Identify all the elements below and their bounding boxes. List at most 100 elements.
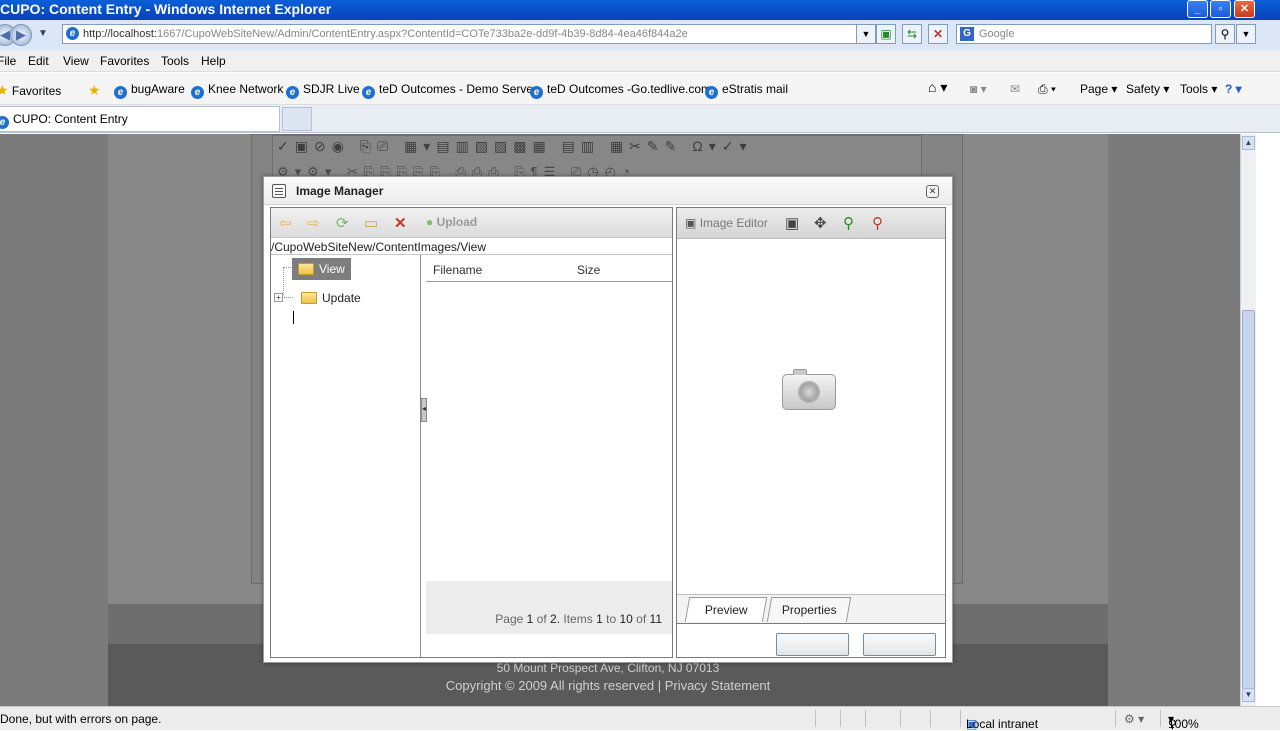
tab-content-entry[interactable]: e CUPO: Content Entry	[0, 106, 280, 132]
new-tab-button[interactable]	[282, 107, 312, 131]
home-icon[interactable]: ⌂ ▾	[928, 79, 947, 96]
scroll-down-icon[interactable]: ▼	[1242, 688, 1255, 702]
pager-pages: 2.	[550, 612, 561, 626]
menu-edit[interactable]: Edit	[28, 54, 49, 68]
address-field[interactable]: e http://localhost:1667/CupoWebSiteNew/A…	[62, 24, 874, 44]
status-text: Done, but with errors on page.	[0, 712, 162, 726]
safety-menu[interactable]: Safety ▾	[1126, 82, 1169, 96]
zoom-control[interactable]: ⚲ 100% ▾	[1168, 712, 1199, 731]
ie-page-icon: e	[114, 86, 127, 99]
menu-view[interactable]: View	[63, 54, 89, 68]
fav-link-label: teD Outcomes - Demo Server	[379, 82, 538, 96]
refresh-icon[interactable]: ⇆	[902, 24, 922, 44]
pager-prefix: Page	[495, 612, 524, 626]
ie-page-icon: e	[191, 86, 204, 99]
cancel-button[interactable]	[863, 633, 936, 656]
help-icon[interactable]: ? ▾	[1225, 82, 1242, 96]
tab-preview[interactable]: Preview	[684, 597, 768, 622]
safety-menu-label: Safety	[1126, 82, 1161, 96]
best-fit-icon[interactable]: ▣	[785, 214, 799, 232]
tab-preview-label: Preview	[704, 603, 748, 617]
browser-pane: ⇦ ⇨ ⟳ ▭ ✕ ● Upload /CupoWebSiteNew/Conte…	[270, 207, 673, 658]
favorites-button[interactable]: ★ Favorites	[0, 82, 61, 99]
fav-link-knee-network[interactable]: e Knee Network	[191, 82, 283, 99]
mail-icon[interactable]: ✉	[1010, 82, 1020, 96]
folder-tree: View + Update	[271, 255, 421, 657]
menu-file[interactable]: File	[0, 54, 16, 68]
status-separator	[1115, 710, 1116, 727]
minimize-button[interactable]: _	[1187, 0, 1208, 18]
tree-line	[284, 297, 293, 298]
preview-pane: ▣ Image Editor ▣ ✥ ⚲ ⚲ Preview Propertie…	[676, 207, 946, 658]
editor-toolbar: ✓▣⊘◉ ⎘⎚ ▦▾▤▥▧▨▩▦ ▤▥ ▦✂✎✎ Ω▾✓▾	[277, 138, 753, 154]
new-folder-icon[interactable]: ▭	[364, 214, 378, 232]
folder-icon	[301, 292, 317, 304]
status-separator	[960, 710, 961, 727]
fav-link-ted-demo[interactable]: e teD Outcomes - Demo Server	[362, 82, 537, 99]
protected-mode-icon[interactable]: ⚙ ▾	[1124, 712, 1144, 726]
pager-to: 10	[619, 612, 633, 626]
tab-properties[interactable]: Properties	[766, 597, 852, 622]
close-window-button[interactable]: ✕	[1234, 0, 1255, 18]
zoom-level: 100%	[1168, 717, 1199, 731]
expand-icon[interactable]: +	[274, 293, 283, 302]
maximize-button[interactable]: ▫	[1210, 0, 1231, 18]
search-input[interactable]: G Google	[956, 24, 1212, 44]
upload-button[interactable]: ● Upload	[426, 215, 477, 229]
search-options-icon[interactable]: ▼	[1236, 24, 1256, 44]
back-arrow-icon[interactable]: ⇦	[279, 214, 292, 232]
scroll-up-icon[interactable]: ▲	[1242, 136, 1255, 150]
pager-of2: of	[636, 612, 647, 626]
fav-link-bugaware[interactable]: e bugAware	[114, 82, 185, 99]
dialog-close-icon[interactable]: ✕	[926, 185, 939, 198]
menu-help[interactable]: Help	[201, 54, 226, 68]
delete-icon[interactable]: ✕	[394, 214, 407, 232]
url-host: http://localhost:	[83, 28, 157, 40]
tree-node-update[interactable]: Update	[301, 291, 361, 305]
scroll-thumb[interactable]	[1242, 310, 1255, 690]
add-favorite-icon[interactable]: ★	[88, 82, 101, 99]
image-editor-button[interactable]: ▣ Image Editor	[685, 216, 768, 230]
dialog-titlebar[interactable]: Image Manager ✕	[264, 177, 952, 205]
menu-tools[interactable]: Tools	[161, 54, 189, 68]
menu-favorites[interactable]: Favorites	[100, 54, 149, 68]
pager-to-label: to	[606, 612, 617, 626]
compatibility-icon[interactable]: ▣	[876, 24, 896, 44]
ie-page-icon: e	[286, 86, 299, 99]
column-filename[interactable]: Filename	[433, 263, 482, 277]
print-icon[interactable]: ⎙ ▾	[1038, 82, 1056, 97]
fav-link-label: Knee Network	[208, 82, 284, 96]
image-editor-label: Image Editor	[699, 216, 768, 230]
refresh-icon[interactable]: ⟳	[336, 214, 349, 232]
zoom-out-icon[interactable]: ⚲	[872, 214, 883, 232]
fav-link-ted-go[interactable]: e teD Outcomes -Go.tedlive.com	[530, 82, 711, 99]
zone-label: Local intranet	[966, 717, 1039, 731]
page-scrollbar[interactable]: ▲ ▼	[1240, 134, 1256, 706]
actual-size-icon[interactable]: ✥	[814, 214, 827, 232]
camera-bump	[793, 369, 807, 375]
recent-pages-dropdown-icon[interactable]: ▼	[38, 28, 48, 39]
tree-node-view[interactable]: View	[292, 258, 351, 280]
forward-button[interactable]: ▶	[10, 24, 32, 46]
tab-bar: e CUPO: Content Entry	[0, 105, 1280, 133]
address-toolbar: ◀ ▶ ▼ e http://localhost:1667/CupoWebSit…	[0, 20, 1280, 50]
preview-tabs: Preview Properties	[677, 594, 945, 624]
zoom-in-icon[interactable]: ⚲	[843, 214, 854, 232]
search-icon[interactable]: ⚲	[1215, 24, 1235, 44]
fav-link-label: eStratis mail	[722, 82, 789, 96]
page-menu[interactable]: Page ▾	[1080, 82, 1117, 96]
address-dropdown-icon[interactable]: ▼	[856, 24, 876, 44]
column-size[interactable]: Size	[577, 263, 600, 277]
insert-button[interactable]	[776, 633, 849, 656]
search-placeholder: Google	[979, 28, 1015, 40]
forward-arrow-icon[interactable]: ⇨	[307, 214, 320, 232]
feeds-icon[interactable]: ◙ ▾	[970, 82, 987, 96]
upload-icon: ●	[426, 215, 434, 229]
fav-link-estratis[interactable]: e eStratis mail	[705, 82, 788, 99]
ie-page-icon: e	[362, 86, 375, 99]
tools-menu[interactable]: Tools ▾	[1180, 82, 1217, 96]
stop-icon[interactable]: ✕	[928, 24, 948, 44]
pager-text: Page 1 of 2. Items 1 to 10 of 11	[495, 612, 662, 626]
fav-link-sdjr-live[interactable]: e SDJR Live	[286, 82, 360, 99]
upload-label: Upload	[436, 215, 478, 229]
